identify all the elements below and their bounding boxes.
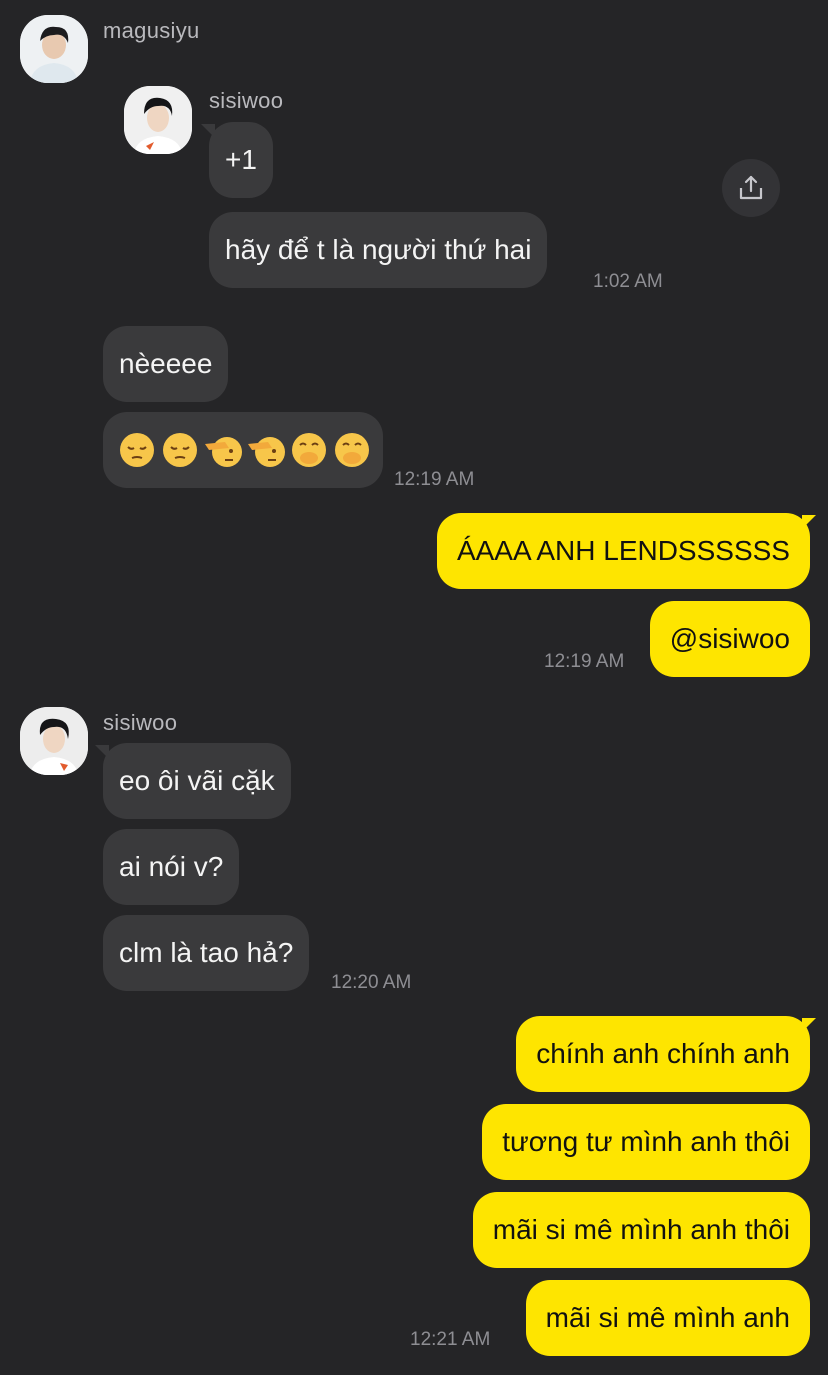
message-bubble[interactable]: eo ôi vãi cặk bbox=[95, 743, 291, 819]
message-bubble[interactable]: +1 bbox=[201, 122, 273, 198]
message-bubble[interactable]: mãi si mê mình anh bbox=[525, 1280, 810, 1356]
sender-name: sisiwoo bbox=[103, 710, 178, 735]
timestamp: 12:19 AM bbox=[544, 651, 625, 672]
sender-name: magusiyu bbox=[103, 18, 200, 43]
avatar-magusiyu[interactable] bbox=[20, 15, 88, 83]
message-bubble[interactable]: hãy để t là người thứ hai bbox=[209, 212, 548, 288]
avatar-sisiwoo-quoted[interactable] bbox=[124, 86, 192, 154]
message-bubble[interactable]: @sisiwoo bbox=[649, 601, 810, 677]
avatar-image bbox=[20, 15, 88, 83]
avatar-image bbox=[124, 86, 192, 154]
saluting-face-icon bbox=[248, 437, 285, 467]
face-with-hand-over-mouth-icon bbox=[292, 433, 326, 467]
message-bubble[interactable]: clm là tao hả? bbox=[103, 915, 310, 991]
message-bubble[interactable]: mãi si mê mình anh thôi bbox=[472, 1192, 810, 1268]
emoji-message-bubble[interactable] bbox=[103, 412, 383, 488]
face-with-hand-over-mouth-icon bbox=[335, 433, 369, 467]
message-bubble[interactable]: ÁAAA ANH LENDSSSSSS bbox=[436, 513, 817, 589]
timestamp: 12:20 AM bbox=[331, 972, 412, 993]
saluting-face-icon bbox=[205, 437, 242, 467]
quoted-sender-name: sisiwoo bbox=[209, 88, 284, 113]
share-button[interactable] bbox=[722, 159, 780, 217]
message-bubble[interactable]: ai nói v? bbox=[103, 829, 240, 905]
message-bubble[interactable]: tương tư mình anh thôi bbox=[482, 1104, 810, 1180]
avatar-sisiwoo[interactable] bbox=[20, 707, 88, 775]
avatar-image bbox=[20, 707, 88, 775]
pensive-face-icon bbox=[163, 433, 197, 467]
timestamp: 12:19 AM bbox=[394, 469, 475, 490]
message-bubble[interactable]: nèeeee bbox=[103, 326, 229, 402]
timestamp: 12:21 AM bbox=[410, 1329, 491, 1350]
pensive-face-icon bbox=[120, 433, 154, 467]
message-bubble[interactable]: chính anh chính anh bbox=[516, 1016, 816, 1092]
share-icon bbox=[739, 175, 763, 200]
timestamp: 1:02 AM bbox=[593, 271, 663, 292]
